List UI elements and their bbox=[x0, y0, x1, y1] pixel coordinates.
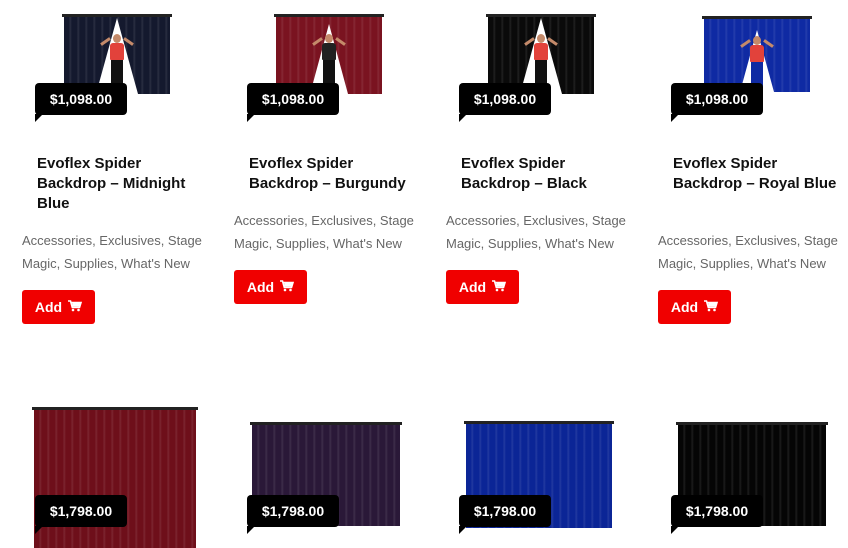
price-tag: $1,798.00 bbox=[35, 495, 127, 534]
curtain-graphic bbox=[486, 14, 596, 94]
price-tag: $1,098.00 bbox=[35, 83, 127, 122]
curtain-graphic bbox=[274, 14, 384, 94]
add-to-cart-button[interactable]: Add bbox=[22, 290, 95, 324]
product-categories[interactable]: Accessories, Exclusives, Stage Magic, Su… bbox=[658, 229, 848, 275]
product-title[interactable]: Evoflex Spider Backdrop – Midnight Blue bbox=[37, 154, 207, 214]
price-tag: $1,098.00 bbox=[459, 83, 551, 122]
add-button-label: Add bbox=[670, 299, 699, 315]
shopping-cart-icon bbox=[280, 279, 295, 295]
shopping-cart-icon bbox=[704, 299, 719, 315]
curtain-graphic bbox=[62, 14, 172, 94]
product-title[interactable]: Evoflex Spider Backdrop – Royal Blue bbox=[673, 154, 843, 194]
add-to-cart-button[interactable]: Add bbox=[658, 290, 731, 324]
shopping-cart-icon bbox=[68, 299, 83, 315]
product-title[interactable]: Evoflex Spider Backdrop – Burgundy bbox=[249, 154, 419, 194]
shopping-cart-icon bbox=[492, 279, 507, 295]
product-categories[interactable]: Accessories, Exclusives, Stage Magic, Su… bbox=[22, 229, 212, 275]
add-button-label: Add bbox=[246, 279, 275, 295]
price-tag: $1,098.00 bbox=[671, 83, 763, 122]
price-tag: $1,098.00 bbox=[247, 83, 339, 122]
curtain-graphic bbox=[702, 16, 812, 92]
price-tag: $1,798.00 bbox=[247, 495, 339, 534]
product-title[interactable]: Evoflex Spider Backdrop – Black bbox=[461, 154, 631, 194]
add-to-cart-button[interactable]: Add bbox=[446, 270, 519, 304]
product-categories[interactable]: Accessories, Exclusives, Stage Magic, Su… bbox=[234, 209, 424, 255]
product-categories[interactable]: Accessories, Exclusives, Stage Magic, Su… bbox=[446, 209, 636, 255]
add-button-label: Add bbox=[34, 299, 63, 315]
price-tag: $1,798.00 bbox=[671, 495, 763, 534]
price-tag: $1,798.00 bbox=[459, 495, 551, 534]
add-to-cart-button[interactable]: Add bbox=[234, 270, 307, 304]
add-button-label: Add bbox=[458, 279, 487, 295]
